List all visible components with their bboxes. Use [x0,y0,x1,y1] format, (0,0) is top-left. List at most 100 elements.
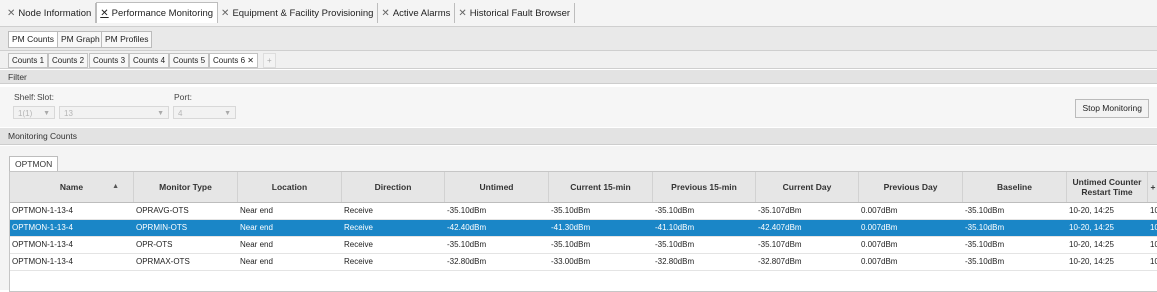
cell-restart-time: 10-20, 14:25 [1069,240,1114,249]
slot-value: 13 [64,109,73,118]
table-row[interactable]: OPTMON-1-13-4 OPRAVG-OTS Near end Receiv… [10,203,1157,220]
cell-untimed: -32.80dBm [447,257,487,266]
cell-previous-day: 0.007dBm [861,257,898,266]
column-header-monitor-type[interactable]: Monitor Type [134,172,238,202]
column-header-previous-day[interactable]: Previous Day [859,172,963,202]
cell-monitor-type: OPRAVG-OTS [136,206,189,215]
column-header-more[interactable]: + [1148,172,1157,202]
cell-direction: Receive [344,257,373,266]
column-header-baseline[interactable]: Baseline [963,172,1067,202]
cell-direction: Receive [344,240,373,249]
column-header-untimed-counter-restart-time[interactable]: Untimed Counter Restart Time [1067,172,1148,202]
stop-monitoring-button[interactable]: Stop Monitoring [1075,99,1149,118]
column-header-direction[interactable]: Direction [342,172,445,202]
cell-baseline: -35.10dBm [965,223,1005,232]
tab-counts-3[interactable]: Counts 3 [89,53,130,68]
monitoring-counts-header: Monitoring Counts [0,128,1157,145]
shelf-select[interactable]: 1(1) ▼ [13,106,55,119]
tab-node-information[interactable]: ✕ Node Information [4,3,97,23]
cell-location: Near end [240,240,273,249]
cell-monitor-type: OPR-OTS [136,240,173,249]
tab-label: Historical Fault Browser [469,7,571,19]
cell-name: OPTMON-1-13-4 [12,257,73,266]
tab-counts-5[interactable]: Counts 5 [169,53,210,68]
tab-performance-monitoring[interactable]: ✕ Performance Monitoring [96,2,219,23]
slot-select[interactable]: 13 ▼ [59,106,169,119]
main-tab-bar: ✕ Node Information ✕ Performance Monitor… [0,0,1157,27]
cell-current-15-min: -35.10dBm [551,206,591,215]
tab-pm-profiles[interactable]: PM Profiles [101,31,153,48]
filter-header: Filter [0,70,1157,84]
monitoring-panel: OPTMON Name ▲ Monitor Type Location Dire… [0,146,1157,292]
cell-untimed: -35.10dBm [447,240,487,249]
column-header-current-day[interactable]: Current Day [756,172,859,202]
sort-asc-icon[interactable]: ▲ [112,182,119,192]
close-icon[interactable]: ✕ [221,8,229,19]
cell-untimed: -35.10dBm [447,206,487,215]
cell-baseline: -35.10dBm [965,257,1005,266]
tab-label: Equipment & Facility Provisioning [232,7,374,19]
port-select[interactable]: 4 ▼ [173,106,236,119]
shelf-value: 1(1) [18,109,33,118]
close-icon[interactable]: ✕ [381,8,389,19]
column-header-name[interactable]: Name ▲ [10,172,134,202]
cell-name: OPTMON-1-13-4 [12,223,73,232]
column-header-previous-15-min[interactable]: Previous 15-min [653,172,756,202]
column-header-location[interactable]: Location [238,172,342,202]
close-icon[interactable]: ✕ [458,8,466,19]
add-tab-button[interactable]: + [263,53,276,68]
cell-monitor-type: OPRMIN-OTS [136,223,188,232]
pm-tab-bar: PM Counts PM Graph PM Profiles [0,27,1157,51]
cell-previous-day: 0.007dBm [861,240,898,249]
cell-restart-time: 10-20, 14:25 [1069,223,1114,232]
chevron-down-icon: ▼ [224,110,231,117]
cell-baseline: -35.10dBm [965,206,1005,215]
tab-historical-fault-browser[interactable]: ✕ Historical Fault Browser [455,3,576,23]
close-icon[interactable]: ✕ [100,8,108,19]
column-header-untimed[interactable]: Untimed [445,172,549,202]
tab-label: Node Information [18,7,92,19]
tab-pm-counts[interactable]: PM Counts [8,31,59,48]
port-value: 4 [178,109,183,118]
cell-current-15-min: -41.30dBm [551,223,591,232]
cell-previous-15-min: -35.10dBm [655,206,695,215]
counts-table: Name ▲ Monitor Type Location Direction U… [9,171,1157,292]
tab-optmon[interactable]: OPTMON [9,156,59,171]
cell-location: Near end [240,257,273,266]
column-header-current-15-min[interactable]: Current 15-min [549,172,653,202]
cell-monitor-type: OPRMAX-OTS [136,257,190,266]
cell-name: OPTMON-1-13-4 [12,240,73,249]
table-row[interactable]: OPTMON-1-13-4 OPR-OTS Near end Receive -… [10,237,1157,254]
cell-current-day: -42.407dBm [758,223,802,232]
tab-counts-4[interactable]: Counts 4 [129,53,170,68]
cell-current-day: -35.107dBm [758,206,802,215]
cell-location: Near end [240,223,273,232]
cell-overflow: 10- [1150,240,1157,249]
counts-tab-bar: Counts 1 Counts 2 Counts 3 Counts 4 Coun… [0,51,1157,69]
cell-overflow: 10- [1150,206,1157,215]
cell-previous-day: 0.007dBm [861,206,898,215]
cell-restart-time: 10-20, 14:25 [1069,206,1114,215]
cell-direction: Receive [344,206,373,215]
cell-previous-day: 0.007dBm [861,223,898,232]
cell-current-day: -32.807dBm [758,257,802,266]
chevron-down-icon: ▼ [43,110,50,117]
table-row[interactable]: OPTMON-1-13-4 OPRMAX-OTS Near end Receiv… [10,254,1157,271]
table-row-selected[interactable]: OPTMON-1-13-4 OPRMIN-OTS Near end Receiv… [10,220,1157,237]
tab-active-alarms[interactable]: ✕ Active Alarms [378,3,456,23]
close-icon[interactable]: ✕ [7,8,15,19]
port-label: Port: [174,92,192,102]
tab-counts-6[interactable]: Counts 6 ✕ [209,53,258,68]
tab-label: Active Alarms [392,7,451,19]
cell-direction: Receive [344,223,373,232]
tab-equipment-facility-provisioning[interactable]: ✕ Equipment & Facility Provisioning [218,3,379,23]
shelf-label: Shelf: [14,92,36,102]
cell-untimed: -42.40dBm [447,223,487,232]
chevron-down-icon: ▼ [157,110,164,117]
cell-previous-15-min: -35.10dBm [655,240,695,249]
filter-panel: Shelf: Slot: Port: 1(1) ▼ 13 ▼ 4 ▼ Stop … [0,87,1157,127]
tab-counts-2[interactable]: Counts 2 [48,53,89,68]
tab-counts-1[interactable]: Counts 1 [8,53,49,68]
tab-pm-graph[interactable]: PM Graph [57,31,104,48]
tab-label: Performance Monitoring [111,7,214,19]
